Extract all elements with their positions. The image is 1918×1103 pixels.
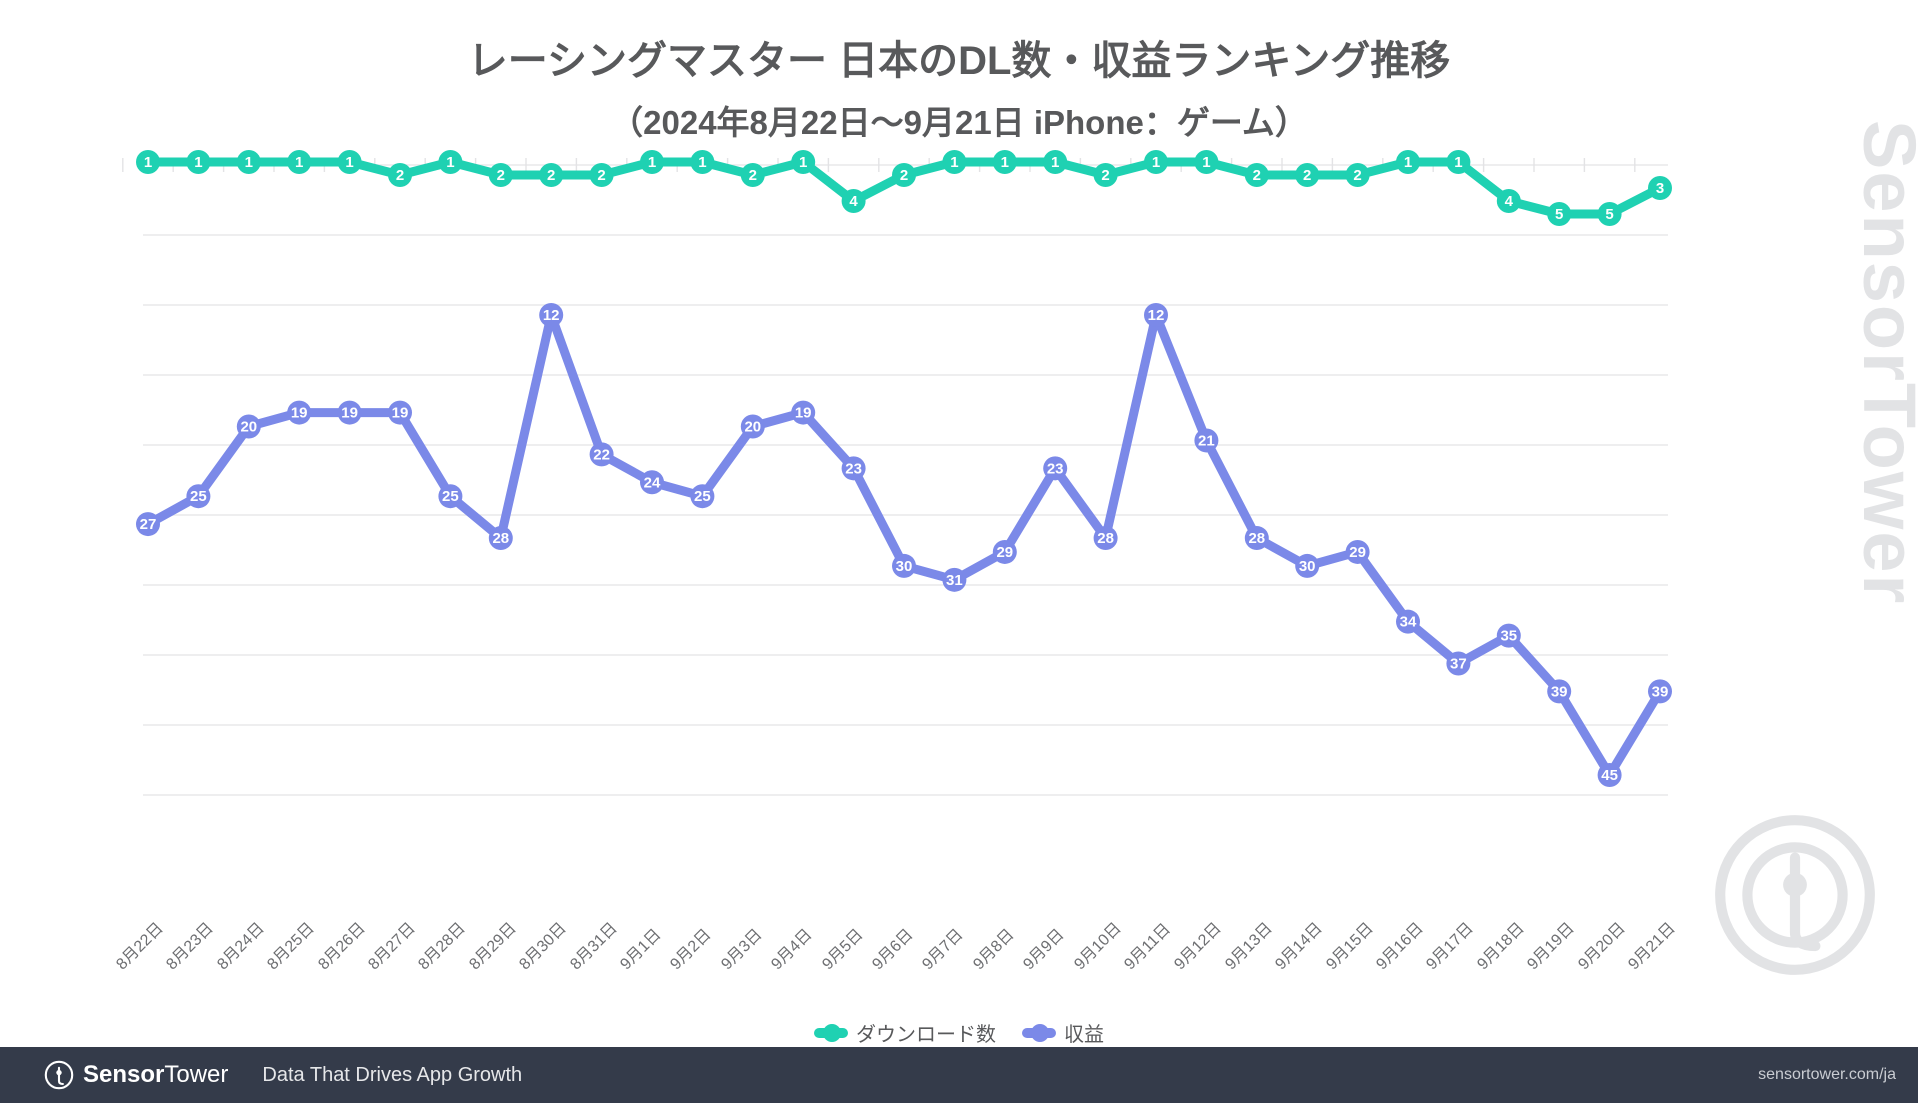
data-point-label: 34 xyxy=(1400,614,1417,631)
chart-plot-area: 27 25 20 19 19 19 25 28 12 22 24 25 20 19 23 30 31 29 23 28… xyxy=(0,130,1918,970)
data-point-label: 21 xyxy=(1198,432,1215,449)
legend-swatch-icon xyxy=(1022,1023,1056,1042)
legend-item-revenue[interactable]: 収益 xyxy=(1022,1018,1104,1047)
legend-label: ダウンロード数 xyxy=(856,1024,996,1046)
data-point-label: 2 xyxy=(1303,167,1311,184)
data-point-label: 2 xyxy=(749,167,757,184)
data-point-label: 27 xyxy=(140,516,157,533)
data-point-label: 23 xyxy=(845,460,862,477)
data-point-label: 1 xyxy=(194,154,202,171)
data-point-label: 28 xyxy=(492,530,509,547)
data-point-label: 39 xyxy=(1652,683,1669,700)
data-point-label: 4 xyxy=(849,193,858,210)
chart-svg: 27252019 19 192528122224252019233031292328… xyxy=(122,150,1672,796)
data-point-label: 25 xyxy=(442,488,459,505)
data-point-label: 1 xyxy=(1051,154,1059,171)
data-point-label: 31 xyxy=(946,572,963,589)
data-point-label: 22 xyxy=(593,446,610,463)
data-point-label: 1 xyxy=(1202,154,1210,171)
data-point-label: 28 xyxy=(1097,530,1114,547)
data-point-label: 19 xyxy=(291,405,308,422)
data-point-label: 1 xyxy=(1001,154,1009,171)
data-point-label: 2 xyxy=(1353,167,1361,184)
data-point-label: 39 xyxy=(1551,683,1568,700)
data-point-label: 2 xyxy=(1253,167,1261,184)
data-point-label: 4 xyxy=(1505,193,1514,210)
data-point-label: 28 xyxy=(1248,530,1265,547)
chart-legend: ダウンロード数 収益 xyxy=(0,1018,1918,1047)
data-point-label: 25 xyxy=(694,488,711,505)
data-point-label: 2 xyxy=(900,167,908,184)
data-point-label: 1 xyxy=(1152,154,1160,171)
data-point-label: 1 xyxy=(295,154,303,171)
data-point-label: 2 xyxy=(1101,167,1109,184)
data-point-label: 1 xyxy=(1404,154,1412,171)
data-point-label: 29 xyxy=(996,544,1013,561)
data-point-label: 5 xyxy=(1555,206,1563,223)
data-point-label: 1 xyxy=(1454,154,1462,171)
legend-item-downloads[interactable]: ダウンロード数 xyxy=(814,1018,996,1047)
data-point-label: 1 xyxy=(245,154,253,171)
data-point-label: 1 xyxy=(799,154,807,171)
data-point-label: 45 xyxy=(1601,767,1618,784)
data-point-label: 1 xyxy=(950,154,958,171)
data-point-label: 1 xyxy=(698,154,706,171)
footer-brand-bold: Sensor xyxy=(83,1061,165,1088)
data-point-label: 2 xyxy=(547,167,555,184)
data-point-label: 24 xyxy=(644,474,661,491)
data-point-label: 35 xyxy=(1500,628,1517,645)
legend-swatch-icon xyxy=(814,1023,848,1042)
downloads-series: 1 1 1 1 1 2 1 2 2 2 1 1 2 1 4 2 1 1 1 2 1 1 2 2 2 1 1 4 5 5 3 xyxy=(136,150,1672,226)
data-point-label: 20 xyxy=(744,419,761,436)
data-point-label: 20 xyxy=(240,419,257,436)
data-point-label: 12 xyxy=(543,307,560,324)
data-point-label: 19 xyxy=(341,405,358,422)
data-point-label: 2 xyxy=(597,167,605,184)
footer-brand: SensorTower xyxy=(83,1061,228,1089)
data-point-label: 30 xyxy=(1299,558,1316,575)
sensortower-logo-icon xyxy=(44,1060,74,1090)
data-point-label: 25 xyxy=(190,488,207,505)
data-point-label: 19 xyxy=(795,405,812,422)
revenue-series-path xyxy=(143,310,1665,780)
data-point-label: 1 xyxy=(144,154,152,171)
data-point-label: 3 xyxy=(1656,180,1664,197)
footer-tagline: Data That Drives App Growth xyxy=(262,1063,523,1086)
data-point-label: 2 xyxy=(396,167,404,184)
legend-label: 収益 xyxy=(1064,1024,1104,1046)
data-point-label: 1 xyxy=(446,154,454,171)
data-point-label: 29 xyxy=(1349,544,1366,561)
data-point-label: 37 xyxy=(1450,655,1467,672)
footer-url[interactable]: sensortower.com/ja xyxy=(1758,1066,1896,1084)
data-point-label: 5 xyxy=(1605,206,1613,223)
data-point-label: 2 xyxy=(497,167,505,184)
data-point-label: 1 xyxy=(648,154,656,171)
data-point-label: 30 xyxy=(896,558,913,575)
data-point-label: 23 xyxy=(1047,460,1064,477)
data-point-label: 19 xyxy=(392,405,409,422)
footer-brand-light: Tower xyxy=(164,1061,229,1088)
data-point-label: 1 xyxy=(345,154,353,171)
page-title: レーシングマスター 日本のDL数・収益ランキング推移 xyxy=(467,39,1451,83)
data-point-label: 12 xyxy=(1148,307,1165,324)
footer-bar: SensorTower Data That Drives App Growth … xyxy=(0,1047,1918,1103)
